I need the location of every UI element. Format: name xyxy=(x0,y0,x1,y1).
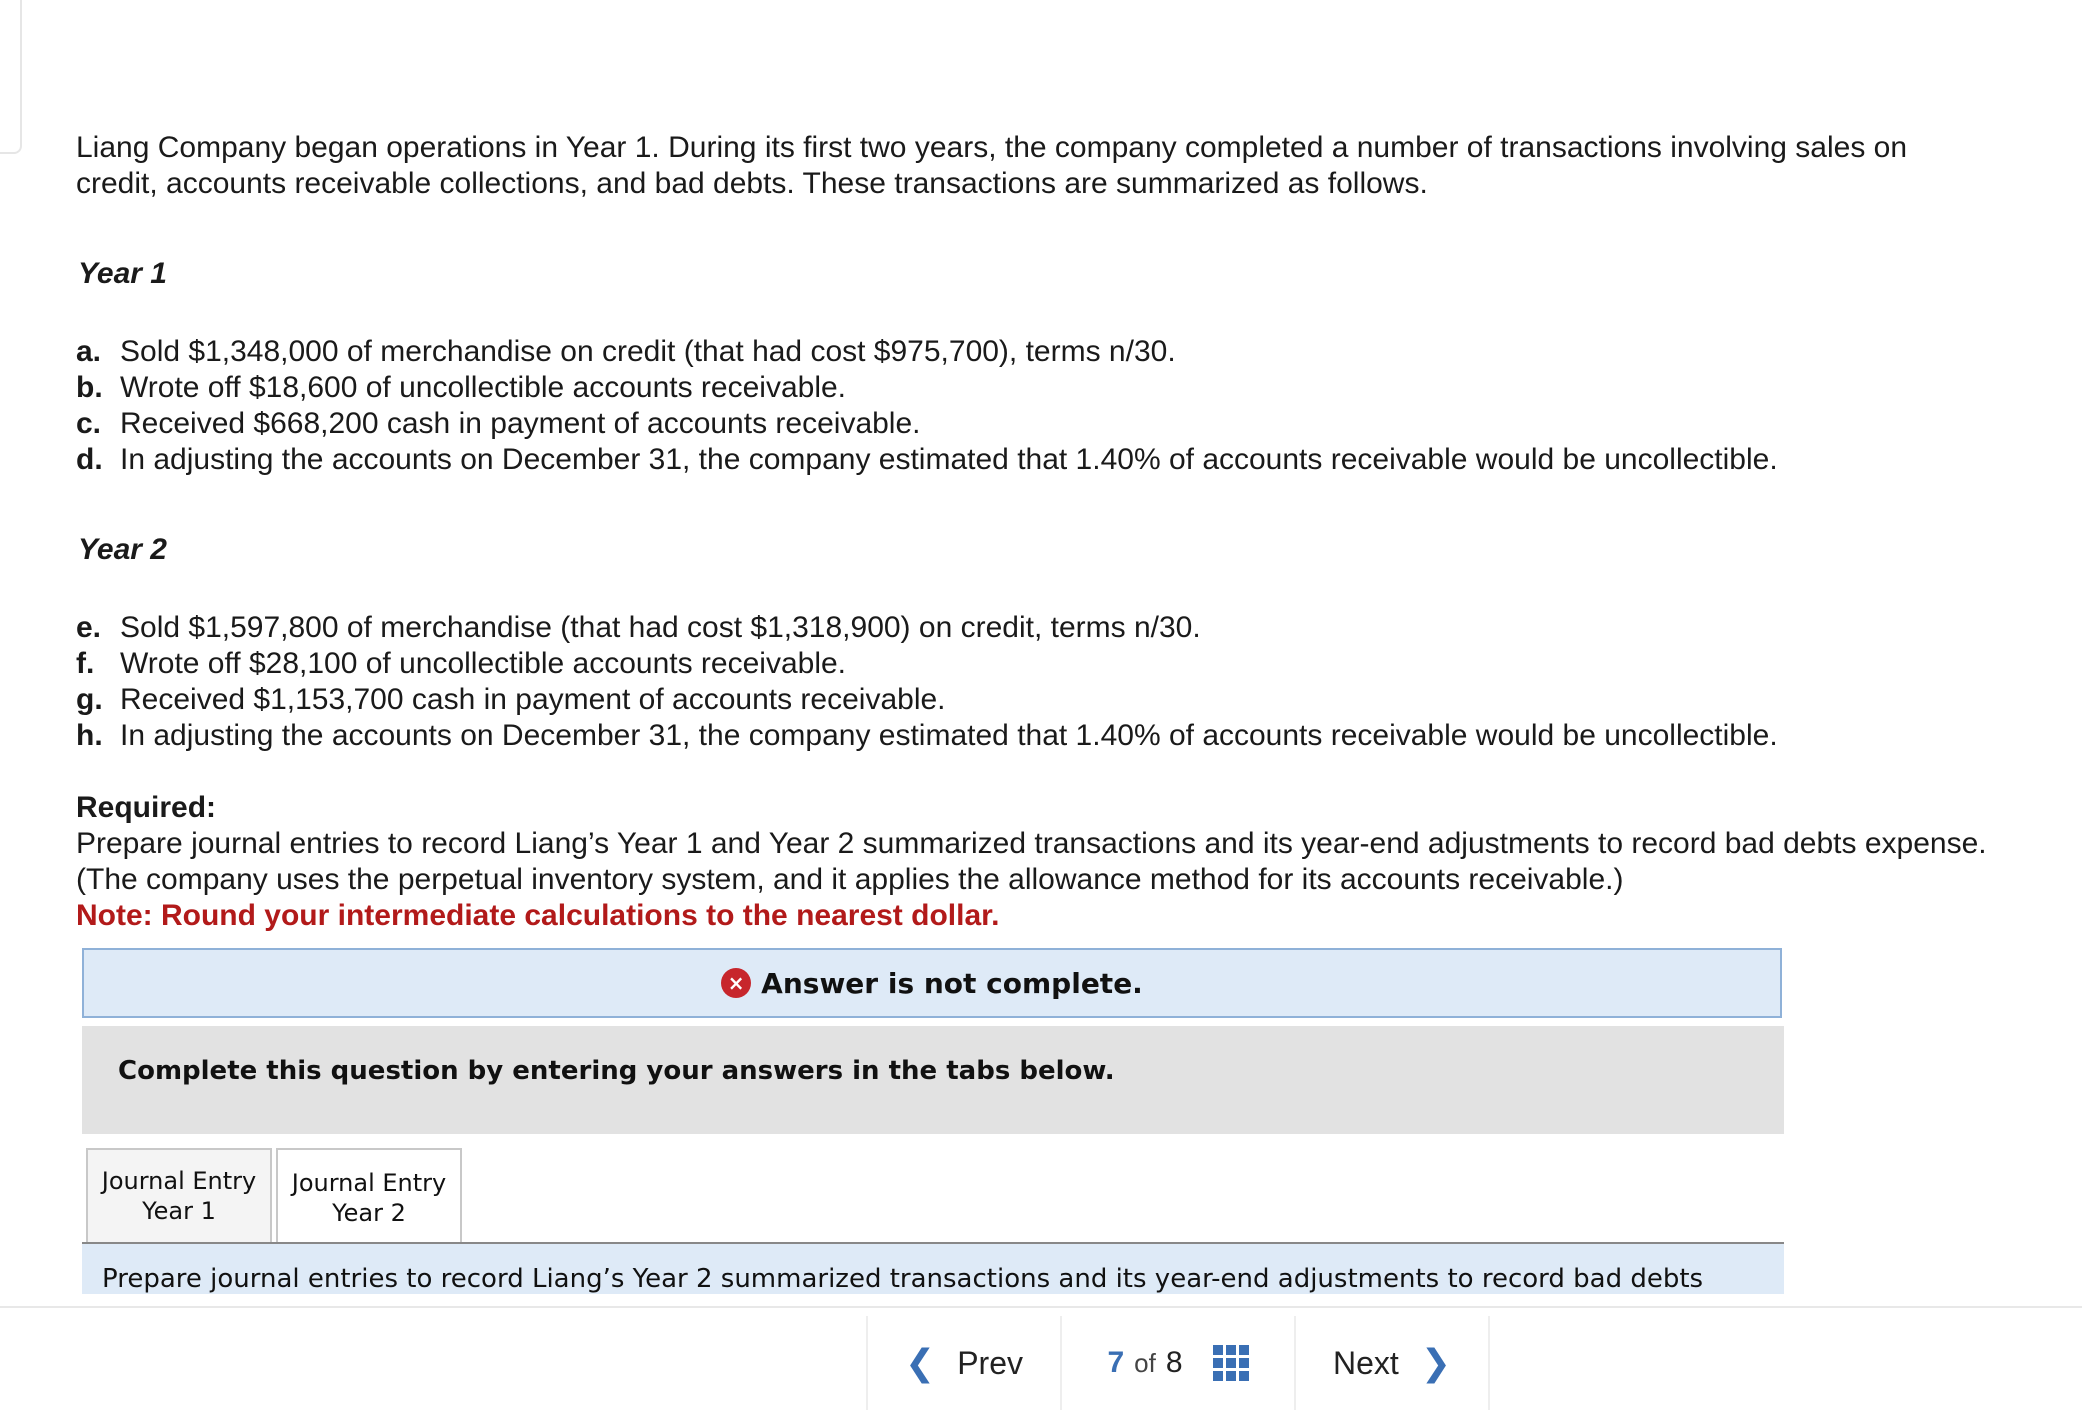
list-item: a. Sold $1,348,000 of merchandise on cred… xyxy=(76,334,1996,370)
answer-status-text: Answer is not complete. xyxy=(761,966,1143,1000)
problem-intro: Liang Company began operations in Year 1… xyxy=(76,131,1908,200)
next-label: Next xyxy=(1333,1344,1399,1381)
answer-status-banner: × Answer is not complete. xyxy=(82,948,1782,1018)
tab-bar: Journal Entry Year 1 Journal Entry Year … xyxy=(86,1148,466,1246)
rounding-note: Note: Round your intermediate calculatio… xyxy=(76,899,1000,932)
list-item: g. Received $1,153,700 cash in payment of… xyxy=(76,682,1996,718)
prev-label: Prev xyxy=(957,1344,1023,1381)
chevron-right-icon: ❯ xyxy=(1420,1342,1451,1383)
footer-nav: ❮ Prev 7 of 8 Next ❯ xyxy=(0,1306,2082,1424)
tx-text: Wrote off $28,100 of uncollectible accou… xyxy=(120,647,847,680)
year1-transactions: a. Sold $1,348,000 of merchandise on cred… xyxy=(76,334,1996,478)
page-of-label: of xyxy=(1134,1347,1156,1378)
required-title: Required: xyxy=(76,791,217,824)
tx-text: Wrote off $18,600 of uncollectible accou… xyxy=(120,371,847,404)
required-text: Prepare journal entries to record Liang’… xyxy=(76,827,1987,896)
year2-transactions: e. Sold $1,597,800 of merchandise (that h… xyxy=(76,610,1996,754)
total-pages: 8 xyxy=(1165,1346,1183,1379)
tx-text: In adjusting the accounts on December 31… xyxy=(120,443,1778,476)
tab-panel: Prepare journal entries to record Liang’… xyxy=(82,1244,1784,1294)
tx-letter: a. xyxy=(76,335,102,368)
tx-text: Received $668,200 cash in payment of acc… xyxy=(120,407,921,440)
tx-text: Sold $1,597,800 of merchandise (that had… xyxy=(120,611,1201,644)
tab-label-line2: Year 1 xyxy=(142,1197,216,1225)
chevron-left-icon: ❮ xyxy=(905,1342,936,1383)
tx-text: In adjusting the accounts on December 31… xyxy=(120,719,1778,752)
list-item: h. In adjusting the accounts on December … xyxy=(76,718,1996,754)
year2-heading: Year 2 xyxy=(78,533,167,566)
tx-letter: e. xyxy=(76,611,102,644)
tx-letter: f. xyxy=(76,647,95,680)
list-item: d. In adjusting the accounts on December … xyxy=(76,442,1996,478)
tx-text: Received $1,153,700 cash in payment of a… xyxy=(120,683,946,716)
tab-panel-instructions: Prepare journal entries to record Liang’… xyxy=(102,1264,1704,1294)
tab-journal-entry-year-2[interactable]: Journal Entry Year 2 xyxy=(276,1148,462,1246)
page-indicator[interactable]: 7 of 8 xyxy=(1060,1316,1294,1410)
tx-letter: c. xyxy=(76,407,102,440)
tx-text: Sold $1,348,000 of merchandise on credit… xyxy=(120,335,1176,368)
instructions-text: Complete this question by entering your … xyxy=(118,1056,1115,1086)
tx-letter: b. xyxy=(76,371,103,404)
list-item: b. Wrote off $18,600 of uncollectible acc… xyxy=(76,370,1996,406)
pagination: ❮ Prev 7 of 8 Next ❯ xyxy=(866,1316,1490,1410)
next-button[interactable]: Next ❯ xyxy=(1294,1316,1490,1410)
page-edge xyxy=(0,0,22,154)
tab-label-line2: Year 2 xyxy=(332,1199,406,1227)
prev-button[interactable]: ❮ Prev xyxy=(866,1316,1060,1410)
tab-journal-entry-year-1[interactable]: Journal Entry Year 1 xyxy=(86,1148,272,1244)
error-x-icon: × xyxy=(721,968,752,998)
tx-letter: h. xyxy=(76,719,103,752)
current-page: 7 xyxy=(1107,1346,1125,1379)
tab-label-line1: Journal Entry xyxy=(291,1169,447,1197)
grid-icon[interactable] xyxy=(1212,1345,1249,1381)
problem-content: Liang Company began operations in Year 1… xyxy=(76,130,1996,934)
list-item: e. Sold $1,597,800 of merchandise (that h… xyxy=(76,610,1996,646)
list-item: f. Wrote off $28,100 of uncollectible acc… xyxy=(76,646,1996,682)
year1-heading: Year 1 xyxy=(78,257,167,290)
list-item: c. Received $668,200 cash in payment of a… xyxy=(76,406,1996,442)
instructions-box: Complete this question by entering your … xyxy=(82,1026,1784,1134)
tx-letter: g. xyxy=(76,683,103,716)
tab-label-line1: Journal Entry xyxy=(101,1167,257,1195)
tx-letter: d. xyxy=(76,443,103,476)
